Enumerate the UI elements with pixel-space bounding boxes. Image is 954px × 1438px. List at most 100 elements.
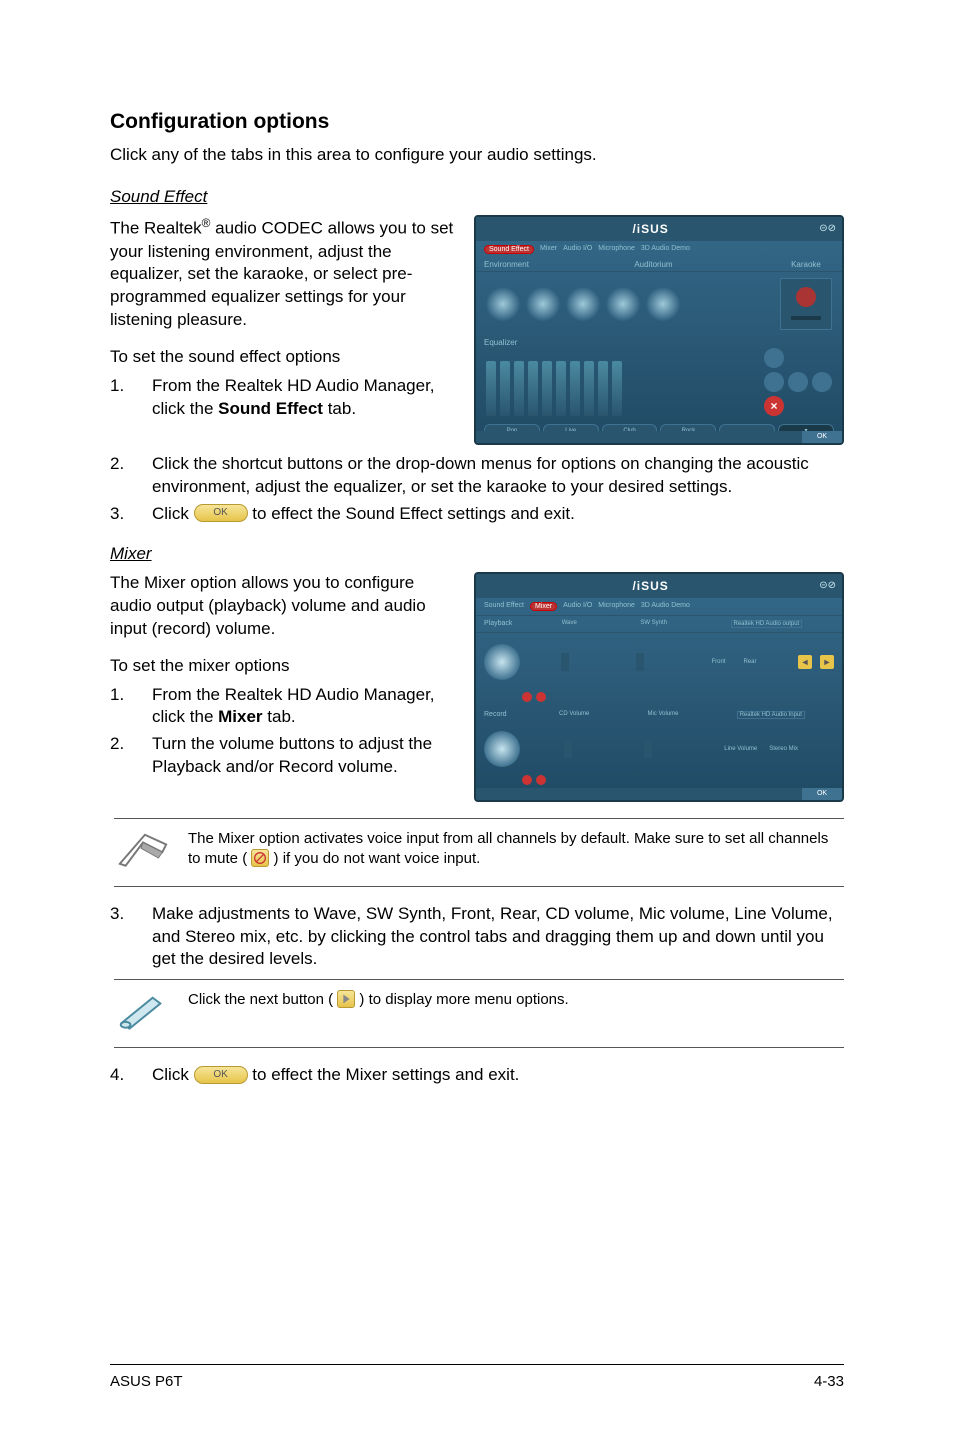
mixer-step-1-bold: Mixer (218, 707, 262, 726)
ss2-tab-sound-effect: Sound Effect (484, 602, 524, 611)
next-arrow-icon (337, 990, 355, 1008)
se-step-1-post: tab. (323, 399, 356, 418)
eq-slider (584, 361, 594, 416)
se-step-3-num: 3. (110, 503, 152, 526)
mute-icon (251, 849, 269, 867)
note2-pre: Click the next button ( (188, 991, 333, 1008)
ss2-rec-stereo: Stereo Mix (769, 746, 798, 752)
ss2-tab-audio-io: Audio I/O (563, 602, 592, 611)
ok-pill-icon: OK (194, 1066, 248, 1084)
vol-slider (561, 653, 569, 671)
ss1-aud-label: Auditorium (634, 260, 672, 269)
se-step-2: 2. Click the shortcut buttons or the dro… (110, 453, 844, 499)
delete-icon: × (764, 396, 784, 416)
ss2-playback-label: Playback (484, 620, 522, 627)
mixer-step-2-txt: Turn the volume buttons to adjust the Pl… (152, 733, 456, 779)
ss2-pb-out: Realtek HD Audio output (731, 620, 803, 628)
mixer-step-1-num: 1. (110, 684, 152, 730)
ss1-logo: /iSUS (632, 222, 668, 236)
mixer-step-4-post: to effect the Mixer settings and exit. (252, 1065, 519, 1084)
eq-slider (514, 361, 524, 416)
preset-circle (788, 372, 808, 392)
footer-left: ASUS P6T (110, 1373, 183, 1390)
ss2-pb-col-sw: SW Synth (640, 620, 667, 628)
record-knob (484, 731, 520, 767)
preset-circle (764, 372, 784, 392)
eq-slider (542, 361, 552, 416)
eq-slider (612, 361, 622, 416)
mute-toggle (522, 775, 532, 785)
sound-effect-para1: The Realtek® audio CODEC allows you to s… (110, 215, 456, 332)
env-icon (566, 287, 600, 321)
preset-circle (764, 348, 784, 368)
ss2-pb-col-wave: Wave (562, 620, 577, 628)
ss2-pb-rear: Rear (743, 659, 756, 665)
mixer-step-1-post: tab. (263, 707, 296, 726)
mixer-step-3: 3. Make adjustments to Wave, SW Synth, F… (110, 903, 844, 972)
ss2-rec-col-cd: CD Volume (559, 711, 589, 719)
mute-toggle (522, 692, 532, 702)
next-icon: ► (820, 655, 834, 669)
mixer-screenshot: /iSUS ⊝⊘ Sound Effect Mixer Audio I/O Mi… (474, 572, 844, 802)
ss2-record-label: Record (484, 711, 522, 718)
mute-toggle (536, 775, 546, 785)
ss-ok-button: OK (802, 788, 842, 800)
ss2-tab-3d: 3D Audio Demo (641, 602, 690, 611)
mixer-step-4-num: 4. (110, 1064, 152, 1087)
note-box: Click the next button ( ) to display mor… (114, 979, 844, 1048)
env-icon (486, 287, 520, 321)
mixer-step-3-txt: Make adjustments to Wave, SW Synth, Fron… (152, 903, 844, 972)
vol-slider (644, 740, 652, 758)
ss1-karaoke-label: Karaoke (778, 260, 834, 269)
env-icon (526, 287, 560, 321)
eq-slider (570, 361, 580, 416)
sound-effect-para2: To set the sound effect options (110, 346, 456, 369)
note2-post: ) to display more menu options. (359, 991, 568, 1008)
ss2-tab-mixer: Mixer (530, 602, 557, 611)
mixer-para1: The Mixer option allows you to configure… (110, 572, 456, 641)
ss2-tab-microphone: Microphone (598, 602, 635, 611)
mixer-subheading: Mixer (110, 544, 844, 564)
mixer-step-4: 4. Click OK to effect the Mixer settings… (110, 1064, 844, 1087)
env-icon (646, 287, 680, 321)
page-footer: ASUS P6T 4-33 (110, 1364, 844, 1390)
se-step-1-num: 1. (110, 375, 152, 421)
ss2-rec-line: Line Volume (724, 746, 757, 752)
note1-post: ) if you do not want voice input. (274, 850, 481, 867)
mixer-step-2-num: 2. (110, 733, 152, 779)
sound-effect-subheading: Sound Effect (110, 187, 844, 207)
ok-pill-icon: OK (194, 504, 248, 522)
ss1-tab-3d: 3D Audio Demo (641, 245, 690, 254)
eq-slider (486, 361, 496, 416)
ss1-tab-audio-io: Audio I/O (563, 245, 592, 254)
se-step-1: 1. From the Realtek HD Audio Manager, cl… (110, 375, 456, 421)
se-para1-pre: The Realtek (110, 219, 202, 238)
mixer-step-1: 1. From the Realtek HD Audio Manager, cl… (110, 684, 456, 730)
ss2-pb-front: Front (711, 659, 725, 665)
vol-slider (636, 653, 644, 671)
mixer-step-3-num: 3. (110, 903, 152, 972)
ss-ok-button: OK (802, 431, 842, 443)
ss1-tab-microphone: Microphone (598, 245, 635, 254)
mute-toggle (536, 692, 546, 702)
se-step-1-bold: Sound Effect (218, 399, 323, 418)
intro-text: Click any of the tabs in this area to co… (110, 144, 844, 167)
ss2-rec-in: Realtek HD Audio Input (737, 711, 805, 719)
pen-icon (114, 990, 172, 1037)
mixer-step-4-pre: Click (152, 1065, 194, 1084)
close-icon: ⊝⊘ (819, 223, 836, 234)
vol-slider (564, 740, 572, 758)
ss1-env-label: Environment (484, 260, 529, 269)
env-icon (606, 287, 640, 321)
ss2-rec-col-mic: Mic Volume (647, 711, 678, 719)
karaoke-box (780, 278, 832, 330)
playback-knob (484, 644, 520, 680)
eq-slider (500, 361, 510, 416)
mixer-step-2: 2. Turn the volume buttons to adjust the… (110, 733, 456, 779)
note-box: The Mixer option activates voice input f… (114, 818, 844, 887)
eq-slider (528, 361, 538, 416)
sound-effect-screenshot: /iSUS ⊝⊘ Sound Effect Mixer Audio I/O Mi… (474, 215, 844, 445)
se-step-3-post: to effect the Sound Effect settings and … (252, 504, 575, 523)
close-icon: ⊝⊘ (819, 580, 836, 591)
ss1-tab-sound-effect: Sound Effect (484, 245, 534, 254)
